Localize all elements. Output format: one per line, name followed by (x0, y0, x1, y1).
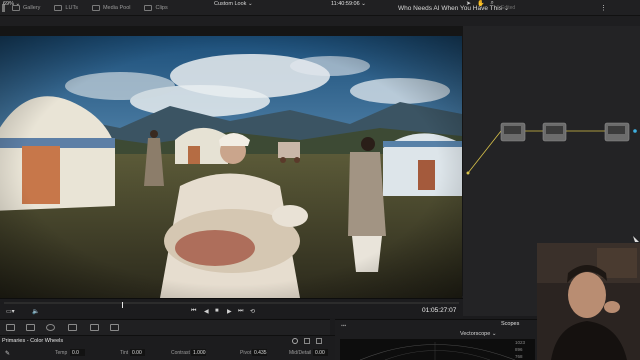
zoom-tool-icon[interactable]: ⌕ (491, 0, 494, 7)
wheels-mode-icon[interactable] (292, 338, 298, 344)
stop-icon[interactable]: ■ (215, 308, 219, 314)
playhead[interactable] (122, 302, 124, 308)
look-selector[interactable]: Custom Look ⌄ (214, 1, 253, 7)
node-03 (604, 122, 630, 142)
hand-icon[interactable]: ✋ (477, 0, 484, 7)
node-02 (542, 122, 567, 142)
source-timecode[interactable]: 11:40:59:06 ⌄ (331, 1, 366, 7)
param-temp-value[interactable]: 0.0 (70, 349, 85, 356)
media-pool-icon (91, 4, 100, 11)
color-wheels-icon[interactable] (46, 324, 55, 331)
play-icon[interactable]: ▶ (227, 308, 232, 315)
webcam-overlay (537, 243, 640, 360)
scope-level-768: 768 (515, 354, 523, 359)
volume-icon[interactable]: 🔈 (32, 308, 39, 315)
param-pivot-value[interactable]: 0.435 (252, 349, 267, 356)
chevron-down-icon: ⌄ (491, 331, 497, 337)
palette-title: Primaries - Color Wheels (2, 338, 64, 344)
scope-layout-icon[interactable]: ▪▪▪ (341, 323, 359, 329)
palette-toolbar (0, 319, 330, 335)
timeline-scrubber[interactable] (4, 302, 459, 308)
more-options-icon[interactable]: ⋮ (600, 4, 607, 12)
picker-icon[interactable]: ✎ (5, 350, 13, 357)
tab-luts[interactable]: LUTs (47, 0, 85, 16)
vectorscope-display (340, 339, 535, 360)
viewer-mode-icon[interactable]: ▭▾ (6, 308, 15, 315)
project-status: Edited (501, 5, 516, 11)
magic-mask-icon[interactable] (110, 324, 119, 331)
clips-icon (144, 4, 153, 11)
param-pivot-label: Pivot (240, 350, 252, 356)
source-timecode-value: 11:40:59:06 (331, 1, 360, 7)
scope-type-label: Vectorscope (460, 331, 491, 337)
log-mode-icon[interactable] (316, 338, 322, 344)
param-mid-detail-label: Mid/Detail (289, 350, 312, 356)
record-timecode[interactable]: 01:05:27:07 (422, 307, 456, 314)
viewer-frame[interactable] (0, 36, 462, 298)
top-tab-bar: Gallery LUTs Media Pool Clips (0, 0, 640, 16)
luts-icon (54, 4, 63, 11)
chevron-down-icon: ⌄ (15, 1, 21, 7)
scopes-title: Scopes (501, 321, 520, 327)
video-frame-image (0, 36, 462, 298)
viewer-tools: ➤ ✋ ⌕ (466, 0, 494, 7)
viewer-header (0, 16, 640, 26)
tab-media-pool-label: Media Pool (102, 4, 131, 11)
look-label: Custom Look (214, 1, 247, 7)
scope-level-896: 896 (515, 347, 523, 352)
chevron-down-icon: ⌄ (361, 1, 366, 7)
param-tint-label: Tint (120, 350, 129, 356)
tracker-icon[interactable] (90, 324, 99, 331)
window-icon[interactable] (68, 324, 77, 331)
curves-icon[interactable] (6, 324, 15, 331)
primaries-panel: Primaries - Color Wheels ✎ Temp 0.0 Tint… (0, 335, 335, 360)
vectorscope-graticule (359, 342, 516, 360)
presenter-video (537, 243, 640, 360)
zoom-level[interactable]: 69% ⌄ (3, 1, 20, 7)
loop-icon[interactable]: ⟲ (250, 308, 255, 315)
zoom-value: 69% (3, 1, 15, 7)
param-tint-value[interactable]: 0.00 (130, 349, 145, 356)
tab-luts-label: LUTs (65, 4, 78, 11)
pointer-icon[interactable]: ➤ (466, 0, 471, 7)
chevron-down-icon: ⌄ (247, 1, 253, 7)
bars-mode-icon[interactable] (304, 338, 310, 344)
tab-gallery-label: Gallery (23, 4, 41, 11)
scope-type-selector[interactable]: Vectorscope ⌄ (460, 331, 496, 337)
param-contrast-label: Contrast (171, 350, 190, 356)
play-reverse-icon[interactable]: ◀ (204, 308, 209, 315)
scope-level-1023: 1023 (515, 340, 526, 345)
param-temp-label: Temp (55, 350, 68, 356)
qualifier-icon[interactable] (26, 324, 35, 331)
skip-forward-icon[interactable]: ⏭ (238, 308, 243, 315)
tab-clips-label: Clips (155, 4, 168, 11)
tab-media-pool[interactable]: Media Pool (85, 0, 138, 16)
param-mid-detail-value[interactable]: 0.00 (313, 349, 328, 356)
skip-back-icon[interactable]: ⏮ (191, 308, 196, 315)
tab-clips[interactable]: Clips (137, 0, 174, 16)
node-01 (500, 122, 526, 142)
param-contrast-value[interactable]: 1.000 (191, 349, 206, 356)
